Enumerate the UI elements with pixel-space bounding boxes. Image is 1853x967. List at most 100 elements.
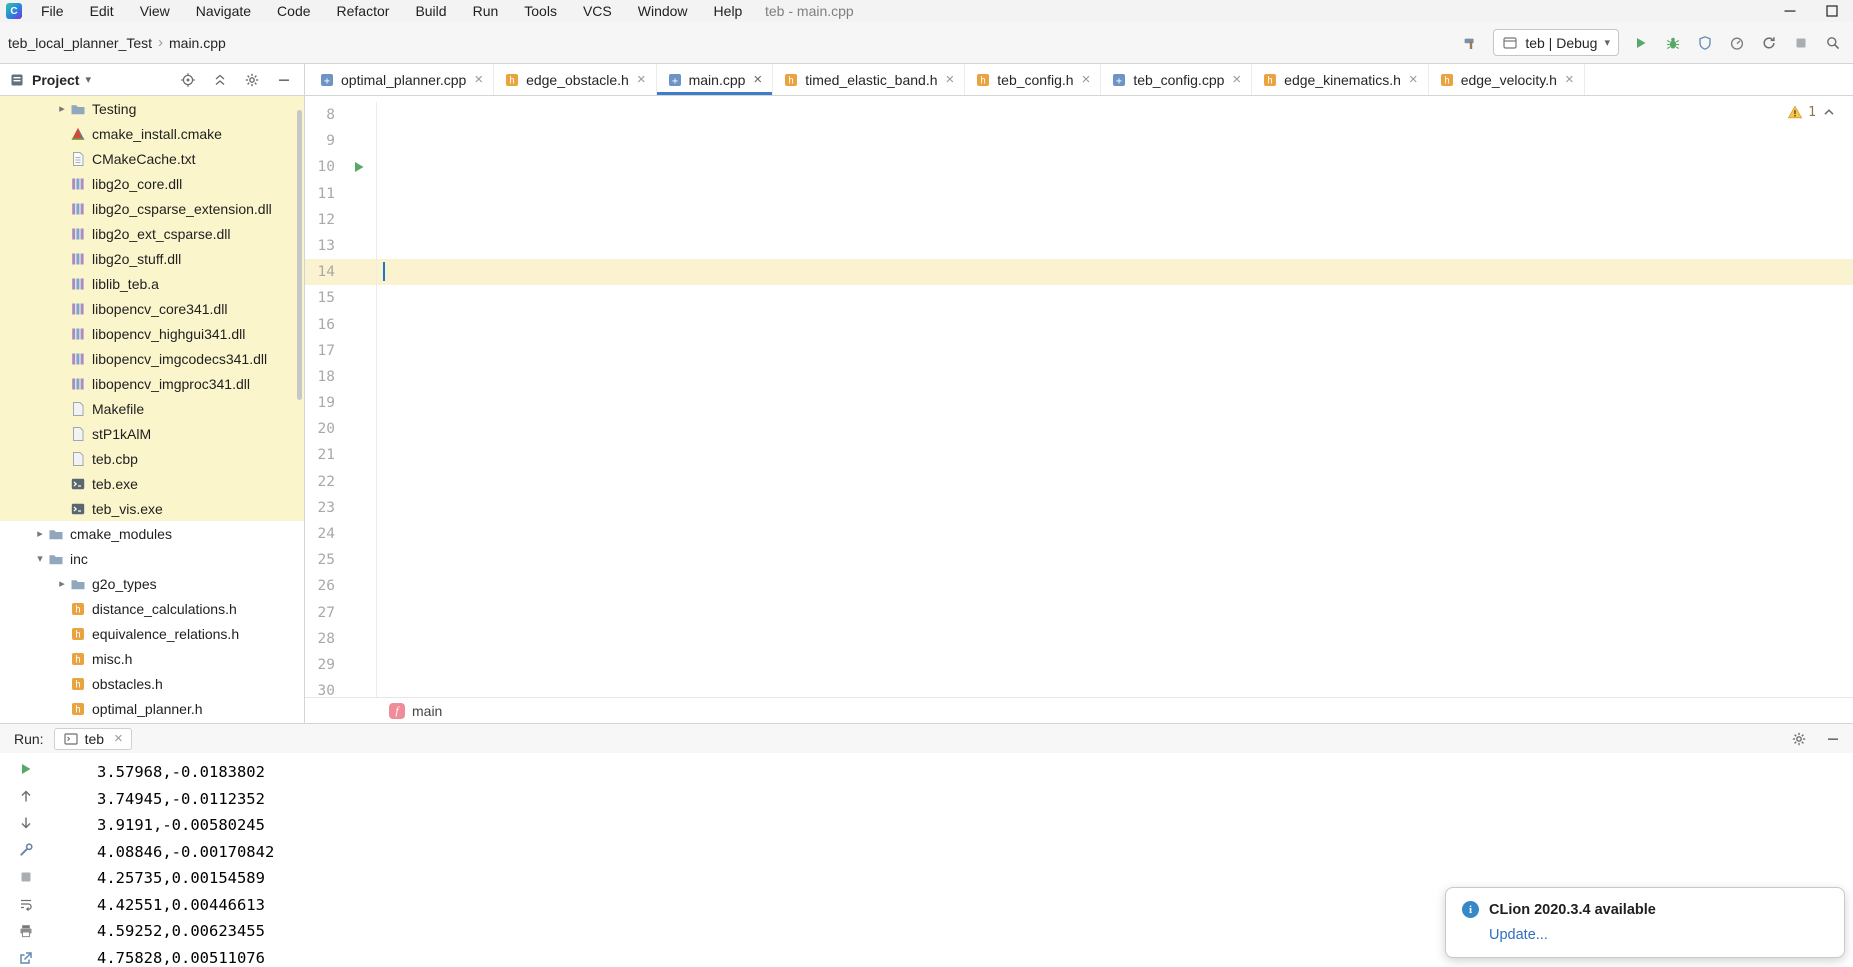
tree-item-obstacles-h[interactable]: h obstacles.h (0, 671, 304, 696)
chevron-right-icon[interactable]: ▸ (54, 577, 70, 590)
profiler-button[interactable] (1727, 33, 1747, 53)
menu-item-window[interactable]: Window (625, 0, 701, 22)
tree-item-libg2o-csparse-extension-dll[interactable]: libg2o_csparse_extension.dll (0, 196, 304, 221)
close-tab-icon[interactable]: × (1232, 72, 1241, 87)
run-tab-label: teb (84, 730, 105, 747)
run-button[interactable] (1631, 33, 1651, 53)
update-link[interactable]: Update... (1489, 927, 1828, 943)
next-occurrence-button[interactable] (18, 815, 34, 831)
breadcrumb-function[interactable]: main (412, 703, 442, 719)
menu-item-file[interactable]: File (28, 0, 77, 22)
debug-button[interactable] (1663, 33, 1683, 53)
menu-item-help[interactable]: Help (701, 0, 756, 22)
tree-item-distance-calculations-h[interactable]: h distance_calculations.h (0, 596, 304, 621)
soft-wrap-button[interactable] (18, 896, 34, 912)
gutter-glyph (341, 416, 377, 443)
rerun-button[interactable] (18, 761, 34, 777)
chevron-down-icon[interactable]: ▾ (85, 73, 91, 86)
chevron-right-icon[interactable]: ▸ (54, 102, 70, 115)
update-running-app-button[interactable] (1759, 33, 1779, 53)
run-tab-teb[interactable]: teb × (53, 727, 132, 750)
hide-panel-button[interactable] (1823, 729, 1843, 749)
tab-teb-config-h[interactable]: h teb_config.h × (965, 64, 1102, 95)
stop-button[interactable] (18, 869, 34, 885)
chevron-right-icon[interactable]: ▸ (32, 527, 48, 540)
tree-item-teb-vis-exe[interactable]: teb_vis.exe (0, 496, 304, 521)
close-tab-icon[interactable]: × (1082, 72, 1091, 87)
customize-button[interactable] (18, 842, 34, 858)
close-tab-icon[interactable]: × (474, 72, 483, 87)
editor[interactable]: 8 9 10 11 12 13 14 15 16 17 18 19 20 21 22 23 24 25 26 27 28… (305, 96, 1853, 697)
stop-button[interactable] (1791, 33, 1811, 53)
menu-item-build[interactable]: Build (402, 0, 459, 22)
breadcrumb-item-teb-local-planner-test[interactable]: teb_local_planner_Test (8, 35, 152, 51)
menu-item-code[interactable]: Code (264, 0, 323, 22)
maximize-button[interactable] (1811, 0, 1853, 22)
gutter-glyph (341, 651, 377, 679)
tab-main-cpp[interactable]: + main.cpp × (657, 64, 774, 95)
tree-item-stp1kalm[interactable]: stP1kAlM (0, 421, 304, 446)
menu-item-vcs[interactable]: VCS (570, 0, 625, 22)
search-everywhere-button[interactable] (1823, 33, 1843, 53)
tree-item-libopencv-imgproc341-dll[interactable]: libopencv_imgproc341.dll (0, 371, 304, 396)
close-tab-icon[interactable]: × (946, 72, 955, 87)
tree-item-equivalence-relations-h[interactable]: h equivalence_relations.h (0, 621, 304, 646)
tree-item-cmake-install-cmake[interactable]: cmake_install.cmake (0, 121, 304, 146)
tab-edge-kinematics-h[interactable]: h edge_kinematics.h × (1252, 64, 1429, 95)
tree-item-cmake-modules[interactable]: ▸ cmake_modules (0, 521, 304, 546)
tree-item-libopencv-core341-dll[interactable]: libopencv_core341.dll (0, 296, 304, 321)
tab-edge-obstacle-h[interactable]: h edge_obstacle.h × (494, 64, 657, 95)
chevron-down-icon[interactable]: ▾ (32, 552, 48, 565)
menu-item-run[interactable]: Run (460, 0, 512, 22)
tree-item-teb-cbp[interactable]: teb.cbp (0, 446, 304, 471)
build-button[interactable] (1461, 33, 1481, 53)
run-with-coverage-button[interactable] (1695, 33, 1715, 53)
tree-item-cmakecache-txt[interactable]: CMakeCache.txt (0, 146, 304, 171)
run-config-selector[interactable]: teb | Debug ▾ (1493, 29, 1619, 56)
close-tab-icon[interactable]: × (637, 72, 646, 87)
menu-item-navigate[interactable]: Navigate (183, 0, 264, 22)
tree-item-testing[interactable]: ▸ Testing (0, 96, 304, 121)
menu-item-view[interactable]: View (127, 0, 183, 22)
menu-item-edit[interactable]: Edit (77, 0, 127, 22)
chevron-up-icon[interactable] (1821, 104, 1837, 120)
close-tab-icon[interactable]: × (1565, 72, 1574, 87)
close-tab-icon[interactable]: × (1409, 72, 1418, 87)
close-tab-icon[interactable]: × (114, 731, 123, 746)
breadcrumb-item-main-cpp[interactable]: main.cpp (169, 35, 226, 51)
locate-file-button[interactable] (178, 70, 198, 90)
project-scrollbar[interactable] (297, 110, 302, 400)
print-console-button[interactable] (18, 923, 34, 939)
tree-item-teb-exe[interactable]: teb.exe (0, 471, 304, 496)
console-line: 3.74945,-0.0112352 (97, 789, 265, 808)
menu-item-refactor[interactable]: Refactor (324, 0, 403, 22)
tab-timed-elastic-band-h[interactable]: h timed_elastic_band.h × (773, 64, 966, 95)
tree-item-inc[interactable]: ▾ inc (0, 546, 304, 571)
inspection-widget[interactable]: 1 (1787, 104, 1837, 120)
scroll-to-end-button[interactable] (18, 950, 34, 966)
hide-panel-button[interactable] (274, 70, 294, 90)
file-icon (70, 451, 86, 467)
tab-teb-config-cpp[interactable]: + teb_config.cpp × (1101, 64, 1253, 95)
tree-item-libg2o-stuff-dll[interactable]: libg2o_stuff.dll (0, 246, 304, 271)
tab-edge-velocity-h[interactable]: h edge_velocity.h × (1429, 64, 1585, 95)
minimize-button[interactable] (1769, 0, 1811, 22)
tab-optimal-planner-cpp[interactable]: + optimal_planner.cpp × (309, 64, 495, 95)
tree-item-libopencv-imgcodecs341-dll[interactable]: libopencv_imgcodecs341.dll (0, 346, 304, 371)
tree-item-libopencv-highgui341-dll[interactable]: libopencv_highgui341.dll (0, 321, 304, 346)
menu-item-tools[interactable]: Tools (511, 0, 570, 22)
tree-item-libg2o-ext-csparse-dll[interactable]: libg2o_ext_csparse.dll (0, 221, 304, 246)
collapse-all-button[interactable] (210, 70, 230, 90)
tree-item-makefile[interactable]: Makefile (0, 396, 304, 421)
tree-item-optimal-planner-h[interactable]: h optimal_planner.h (0, 696, 304, 721)
settings-button[interactable] (242, 70, 262, 90)
tree-item-g2o-types[interactable]: ▸ g2o_types (0, 571, 304, 596)
tree-item-liblib-teb-a[interactable]: liblib_teb.a (0, 271, 304, 296)
tree-item-misc-h[interactable]: h misc.h (0, 646, 304, 671)
tree-item-label: g2o_types (92, 575, 157, 592)
tree-item-libg2o-core-dll[interactable]: libg2o_core.dll (0, 171, 304, 196)
prev-occurrence-button[interactable] (18, 788, 34, 804)
close-tab-icon[interactable]: × (753, 72, 762, 87)
run-gutter-icon[interactable] (341, 154, 377, 181)
settings-button[interactable] (1789, 729, 1809, 749)
